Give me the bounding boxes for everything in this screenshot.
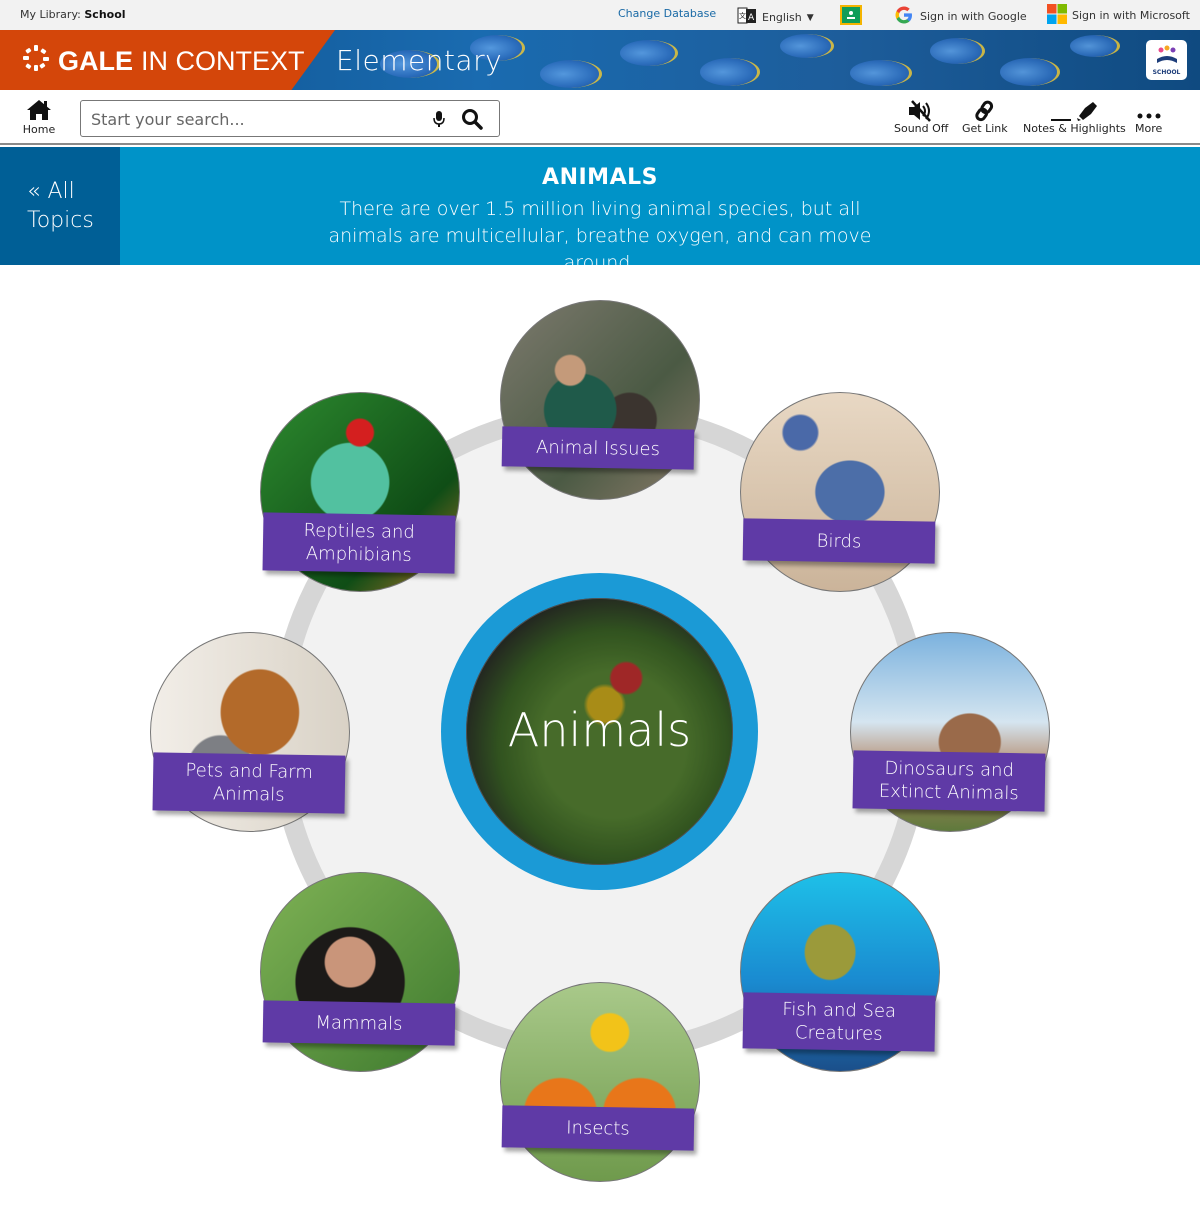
library-indicator: My Library: School	[20, 8, 126, 21]
animal-issues-image	[500, 300, 700, 500]
subtopic-label: Reptiles and Amphibians	[262, 512, 456, 574]
sound-off-label: Sound Off	[894, 122, 949, 135]
svg-text:文: 文	[739, 11, 746, 20]
google-classroom-icon	[840, 5, 862, 28]
change-database-link[interactable]: Change Database	[618, 7, 716, 20]
all-topics-button[interactable]: « All Topics	[0, 147, 120, 265]
subtopic-fish-sea-creatures[interactable]: Fish and Sea Creatures	[740, 872, 940, 1072]
caret-down-icon: ▼	[806, 12, 814, 23]
subtopic-mammals[interactable]: Mammals	[260, 872, 460, 1072]
subtopic-animal-issues[interactable]: Animal Issues	[500, 300, 700, 500]
subtopic-pets-farm-animals[interactable]: Pets and Farm Animals	[150, 632, 350, 832]
home-label: Home	[22, 123, 56, 136]
notes-highlights-button[interactable]: Notes & Highlights	[1023, 98, 1126, 135]
sign-in-google-label: Sign in with Google	[920, 10, 1027, 23]
link-icon	[962, 98, 1008, 122]
sign-in-google-button[interactable]: Sign in with Google	[893, 4, 1027, 29]
subtopic-label: Animal Issues	[501, 426, 695, 470]
sound-off-button[interactable]: Sound Off	[894, 98, 948, 135]
subtopic-insects[interactable]: Insects	[500, 982, 700, 1182]
google-icon	[893, 4, 915, 29]
brand-banner: GALE IN CONTEXT Elementary SCHOOL	[0, 30, 1200, 90]
library-name: School	[84, 8, 126, 21]
brand-name-bold: GALE	[58, 46, 134, 76]
center-topic-label: Animals	[507, 703, 692, 757]
notes-highlights-label: Notes & Highlights	[1023, 122, 1126, 135]
topic-description: There are over 1.5 million living animal…	[328, 198, 872, 274]
subtopic-label: Birds	[742, 518, 936, 564]
product-name: Elementary	[336, 44, 503, 77]
topic-header: « All Topics ANIMALS There are over 1.5 …	[0, 147, 1200, 274]
subtopic-label: Insects	[501, 1105, 695, 1151]
subtopic-dinosaurs[interactable]: Dinosaurs and Extinct Animals	[850, 632, 1050, 832]
highlighter-icon	[1023, 98, 1126, 122]
get-link-label: Get Link	[962, 122, 1008, 135]
all-topics-line1: « All	[27, 179, 75, 204]
school-logo-icon	[1155, 45, 1179, 69]
subtopic-label: Pets and Farm Animals	[152, 752, 346, 814]
school-badge[interactable]: SCHOOL	[1146, 40, 1187, 80]
microsoft-icon	[1047, 4, 1067, 27]
subtopic-label: Dinosaurs and Extinct Animals	[852, 750, 1046, 812]
school-badge-label: SCHOOL	[1152, 68, 1181, 76]
more-label: More	[1135, 122, 1163, 135]
sign-in-microsoft-button[interactable]: Sign in with Microsoft	[1047, 4, 1190, 27]
utility-bar: My Library: School Change Database A文 En…	[0, 0, 1200, 30]
svg-text:A: A	[748, 13, 755, 23]
gale-logo[interactable]: GALE IN CONTEXT	[22, 44, 305, 79]
sign-in-microsoft-label: Sign in with Microsoft	[1072, 9, 1190, 22]
subtopic-reptiles-amphibians[interactable]: Reptiles and Amphibians	[260, 392, 460, 592]
home-button[interactable]: Home	[22, 98, 56, 136]
topic-title: ANIMALS	[542, 165, 658, 190]
microphone-icon[interactable]	[433, 110, 445, 132]
search-box	[80, 100, 500, 137]
subtopic-label: Fish and Sea Creatures	[742, 992, 936, 1052]
library-label: My Library:	[20, 8, 81, 21]
search-input[interactable]	[91, 107, 421, 131]
brand-name-rest: IN CONTEXT	[141, 46, 305, 76]
insects-image	[500, 982, 700, 1182]
subtopic-birds[interactable]: Birds	[740, 392, 940, 592]
search-icon[interactable]	[461, 108, 483, 134]
language-selector[interactable]: A文 English ▼	[737, 7, 814, 28]
center-topic-animals[interactable]: Animals	[441, 573, 758, 890]
toolbar: Home Sound Off Get Link Notes & Highligh…	[0, 90, 1200, 145]
get-link-button[interactable]: Get Link	[962, 98, 1008, 135]
home-icon	[22, 98, 56, 123]
google-classroom-button[interactable]	[840, 5, 862, 28]
gale-logo-icon	[22, 44, 50, 79]
subtopic-label: Mammals	[262, 1000, 456, 1046]
more-dots-icon	[1135, 98, 1162, 122]
language-label: English	[762, 11, 802, 24]
all-topics-line2: Topics	[27, 208, 94, 233]
more-button[interactable]: More	[1135, 98, 1162, 135]
translate-icon: A文	[737, 7, 757, 28]
speaker-muted-icon	[894, 98, 948, 122]
